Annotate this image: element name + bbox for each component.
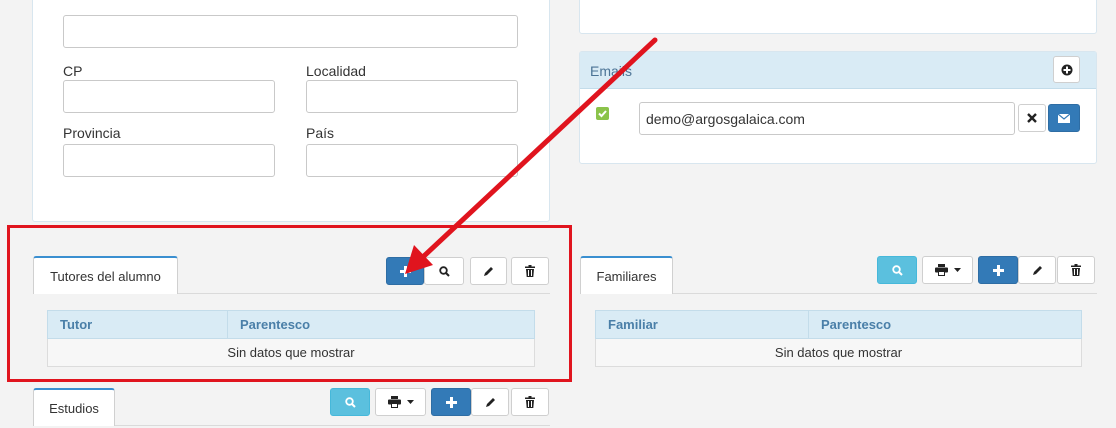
annotation-arrow bbox=[405, 37, 658, 274]
